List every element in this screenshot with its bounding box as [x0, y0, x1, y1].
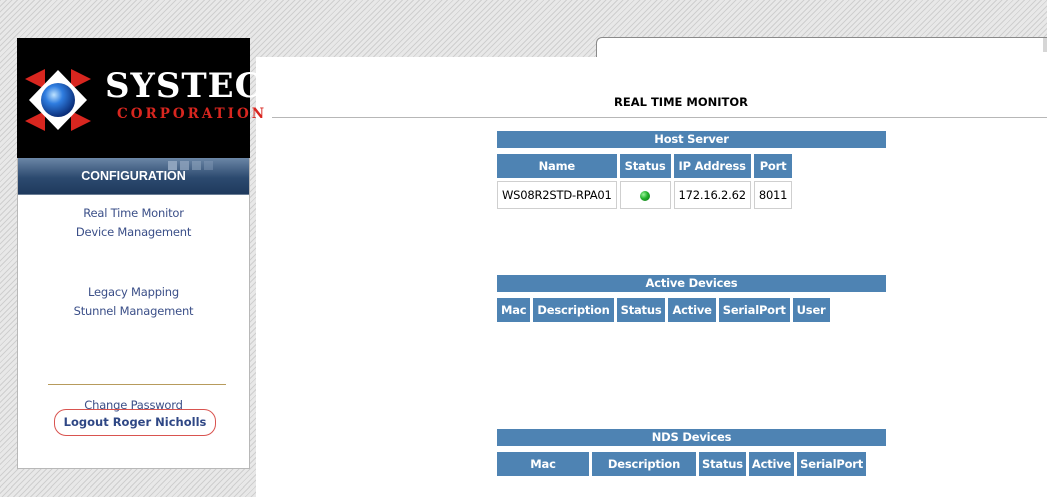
column-header-serialport: SerialPort [797, 452, 867, 476]
column-header-mac: Mac [497, 298, 531, 322]
column-header-status: Status [619, 154, 671, 178]
column-header-user: User [792, 298, 830, 322]
sidebar-link-legacy-mapping[interactable]: Legacy Mapping [18, 283, 249, 302]
title-divider [272, 117, 1047, 118]
systech-logo: SYSTECH CORPORATION [17, 38, 295, 158]
nds-devices-table: Mac Description Status Active SerialPort [494, 449, 869, 479]
host-status-cell [619, 181, 671, 209]
column-header-active: Active [668, 298, 716, 322]
page-title: REAL TIME MONITOR [614, 95, 748, 109]
sidebar-link-stunnel-management[interactable]: Stunnel Management [18, 302, 249, 321]
logout-button[interactable]: Logout Roger Nicholls [54, 409, 216, 436]
sidebar-link-device-management[interactable]: Device Management [18, 223, 249, 242]
table-header-row: Mac Description Status Active SerialPort [497, 452, 867, 476]
table-row: WS08R2STD-RPA01 172.16.2.62 8011 [497, 181, 793, 209]
host-server-table: Name Status IP Address Port WS08R2STD-RP… [494, 151, 795, 212]
scroll-corner [1043, 38, 1047, 52]
nds-devices-header: NDS Devices [497, 429, 886, 446]
host-server-header: Host Server [497, 131, 886, 148]
column-header-status: Status [699, 452, 746, 476]
column-header-mac: Mac [497, 452, 589, 476]
logo-name: SYSTECH [105, 66, 296, 106]
active-devices-header: Active Devices [497, 275, 886, 292]
logo-globe-icon [25, 69, 91, 131]
column-header-description: Description [533, 298, 614, 322]
column-header-ip-address: IP Address [673, 154, 751, 178]
table-header-row: Mac Description Status Active SerialPort… [497, 298, 830, 322]
sidebar-link-real-time-monitor[interactable]: Real Time Monitor [18, 204, 249, 223]
green-dot-icon [640, 190, 651, 201]
configuration-title: CONFIGURATION [81, 169, 186, 183]
column-header-port: Port [753, 154, 793, 178]
sidebar: CONFIGURATION Real Time Monitor Device M… [17, 158, 250, 469]
host-ip-cell: 172.16.2.62 [673, 181, 751, 209]
column-header-serialport: SerialPort [718, 298, 790, 322]
logo-subtitle: CORPORATION [117, 106, 268, 122]
column-header-name: Name [497, 154, 617, 178]
table-header-row: Name Status IP Address Port [497, 154, 793, 178]
host-port-cell: 8011 [753, 181, 793, 209]
host-name-cell: WS08R2STD-RPA01 [497, 181, 617, 209]
sidebar-divider [48, 384, 226, 385]
column-header-status: Status [616, 298, 666, 322]
active-devices-table: Mac Description Status Active SerialPort… [494, 295, 833, 325]
column-header-active: Active [748, 452, 795, 476]
configuration-header: CONFIGURATION [18, 158, 249, 195]
column-header-description: Description [592, 452, 696, 476]
